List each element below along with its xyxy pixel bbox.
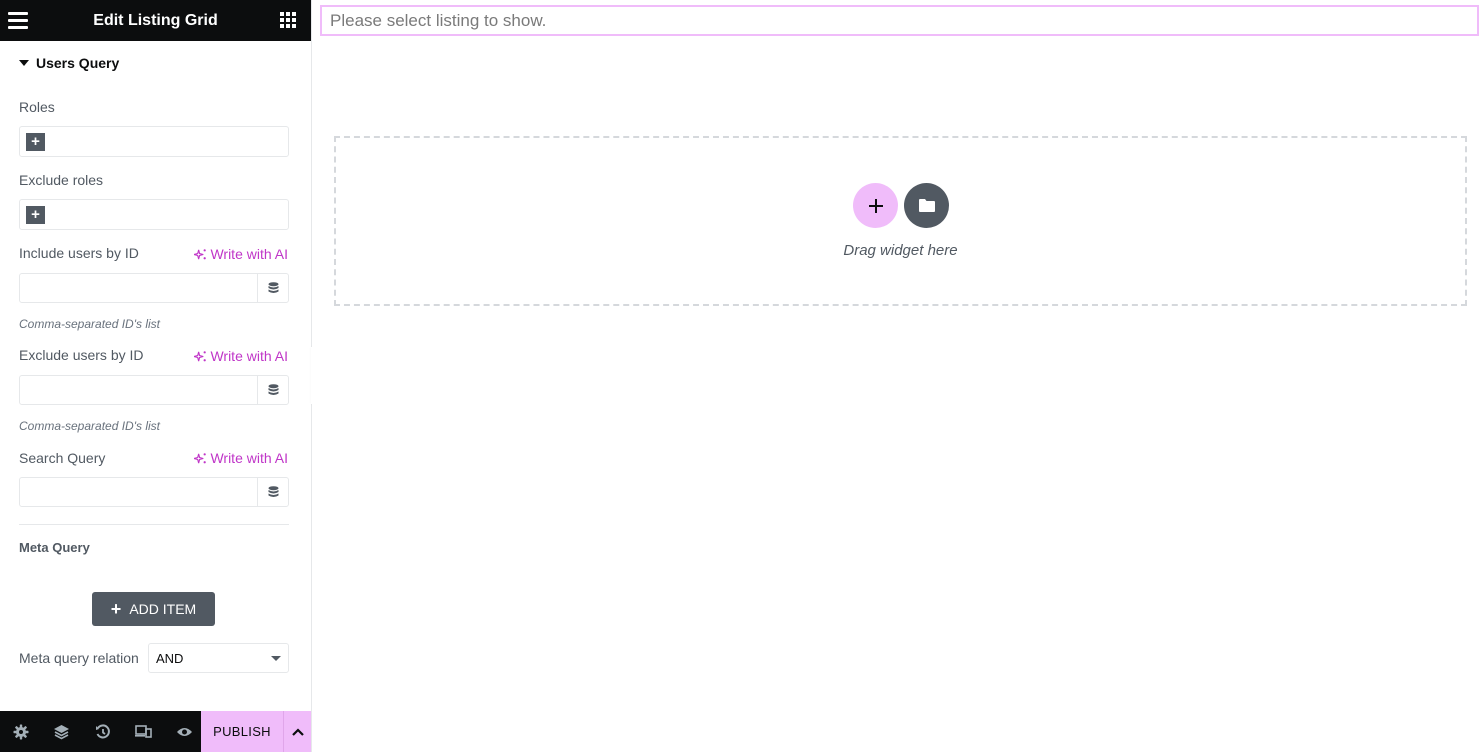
- settings-icon[interactable]: [0, 711, 41, 752]
- database-icon: [268, 282, 278, 293]
- plus-icon[interactable]: +: [26, 206, 45, 224]
- write-with-ai-link[interactable]: Write with AI: [194, 348, 288, 364]
- layers-icon[interactable]: [41, 711, 82, 752]
- ai-sparkle-icon: [194, 350, 207, 361]
- exclude-users-hint: Comma-separated ID's list: [19, 419, 160, 433]
- chevron-up-icon: [291, 727, 304, 736]
- meta-query-relation-label: Meta query relation: [19, 650, 139, 666]
- database-icon: [268, 384, 278, 395]
- add-section-button[interactable]: [853, 183, 898, 228]
- roles-label: Roles: [19, 99, 55, 115]
- meta-query-title: Meta Query: [19, 540, 90, 555]
- divider: [19, 524, 289, 525]
- search-query-input-group: [19, 477, 289, 507]
- drop-zone-actions: [853, 183, 949, 228]
- write-with-ai-link[interactable]: Write with AI: [194, 246, 288, 262]
- dynamic-tags-button[interactable]: [257, 478, 288, 506]
- panel-title: Edit Listing Grid: [93, 11, 218, 29]
- preview-canvas: Please select listing to show. Drag widg…: [312, 0, 1480, 752]
- responsive-icon[interactable]: [123, 711, 164, 752]
- roles-select[interactable]: +: [19, 126, 289, 157]
- write-with-ai-link[interactable]: Write with AI: [194, 450, 288, 466]
- editor-panel: Edit Listing Grid Users Query Roles + Ex…: [0, 0, 312, 752]
- exclude-users-label: Exclude users by ID: [19, 347, 144, 363]
- database-icon: [268, 486, 278, 497]
- ai-sparkle-icon: [194, 452, 207, 463]
- drop-zone-text: Drag widget here: [843, 242, 958, 259]
- meta-query-relation-select[interactable]: AND: [148, 643, 289, 673]
- include-users-input-group: [19, 273, 289, 303]
- add-template-button[interactable]: [904, 183, 949, 228]
- exclude-users-input-group: [19, 375, 289, 405]
- exclude-roles-select[interactable]: +: [19, 199, 289, 230]
- publish-options-button[interactable]: [283, 711, 311, 752]
- listing-notice[interactable]: Please select listing to show.: [320, 5, 1479, 36]
- folder-icon: [918, 199, 935, 212]
- add-item-button[interactable]: + ADD ITEM: [92, 592, 215, 626]
- selected-value: AND: [156, 650, 184, 666]
- preview-icon[interactable]: [164, 711, 205, 752]
- grid-icon[interactable]: [280, 12, 296, 28]
- exclude-roles-label: Exclude roles: [19, 172, 104, 188]
- dynamic-tags-button[interactable]: [257, 376, 288, 404]
- plus-icon: +: [110, 599, 122, 619]
- panel-header: Edit Listing Grid: [0, 0, 311, 41]
- plus-icon[interactable]: +: [26, 133, 45, 151]
- dynamic-tags-button[interactable]: [257, 274, 288, 302]
- caret-down-icon: [19, 60, 29, 66]
- drop-zone[interactable]: Drag widget here: [334, 136, 1467, 306]
- search-query-label: Search Query: [19, 450, 106, 466]
- publish-button[interactable]: PUBLISH: [201, 711, 283, 752]
- panel-footer: PUBLISH: [0, 711, 311, 752]
- section-toggle-users-query[interactable]: Users Query: [19, 55, 119, 71]
- caret-down-icon: [271, 655, 281, 661]
- include-users-input[interactable]: [20, 274, 257, 302]
- hamburger-icon[interactable]: [8, 9, 30, 31]
- section-title: Users Query: [36, 55, 120, 71]
- ai-sparkle-icon: [194, 248, 207, 259]
- plus-icon: [868, 198, 883, 213]
- search-query-input[interactable]: [20, 478, 257, 506]
- history-icon[interactable]: [82, 711, 123, 752]
- exclude-users-input[interactable]: [20, 376, 257, 404]
- include-users-hint: Comma-separated ID's list: [19, 317, 160, 331]
- include-users-label: Include users by ID: [19, 245, 139, 261]
